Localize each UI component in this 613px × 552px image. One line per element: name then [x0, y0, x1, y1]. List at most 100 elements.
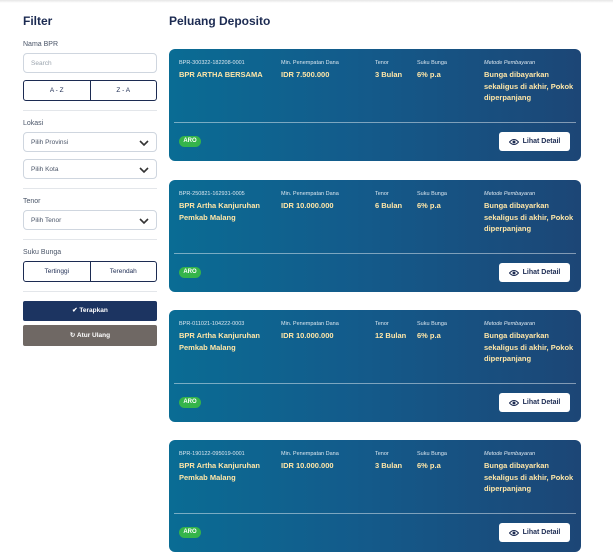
bpr-code: BPR-011021-104222-0003 [179, 321, 245, 327]
view-detail-label: Lihat Detail [522, 529, 561, 536]
min-deposit-header: Min. Penempatan Dana [281, 451, 339, 457]
rate-value: 6% p.a [417, 70, 441, 79]
sort-az-button[interactable]: A - Z [23, 80, 91, 101]
bpr-name: BPR Artha Kanjuruhan Pemkab Malang [179, 201, 260, 222]
tenor-col: Tenor 3 Bulan [375, 451, 402, 472]
tenor-header: Tenor [375, 60, 389, 66]
rate-highest-button[interactable]: Tertinggi [23, 261, 91, 282]
min-deposit-col: Min. Penempatan Dana IDR 10.000.000 [281, 321, 339, 342]
view-detail-label: Lihat Detail [522, 399, 561, 406]
payment-value: Bunga dibayarkan sekaligus di akhir, Pok… [484, 461, 574, 493]
aro-badge: ARO [179, 267, 201, 278]
province-select-value: Pilih Provinsi [31, 139, 69, 146]
bpr-info: BPR-190122-095019-0001 BPR Artha Kanjuru… [179, 451, 274, 483]
payment-col: Metode Pembayaran Bunga dibayarkan sekal… [484, 321, 574, 365]
divider [23, 110, 157, 111]
filter-title: Filter [23, 14, 53, 28]
search-input[interactable]: Search [23, 53, 157, 73]
deposit-card[interactable]: BPR-300322-182208-0001 BPR ARTHA BERSAMA… [169, 49, 581, 161]
card-divider [174, 253, 576, 254]
rate-label: Suku Bunga [23, 249, 62, 256]
eye-icon [508, 399, 519, 406]
city-select[interactable]: Pilih Kota [23, 159, 157, 179]
deposit-card[interactable]: BPR-011021-104222-0003 BPR Artha Kanjuru… [169, 310, 581, 422]
deposit-card[interactable]: BPR-190122-095019-0001 BPR Artha Kanjuru… [169, 440, 581, 552]
tenor-col: Tenor 3 Bulan [375, 60, 402, 81]
rate-toggle: Tertinggi Terendah [23, 261, 157, 282]
bpr-name: BPR Artha Kanjuruhan Pemkab Malang [179, 461, 260, 482]
deposit-card[interactable]: BPR-250821-162931-0005 BPR Artha Kanjuru… [169, 180, 581, 292]
tenor-value: 3 Bulan [375, 461, 403, 470]
rate-col: Suku Bunga 6% p.a [417, 451, 447, 472]
min-deposit-header: Min. Penempatan Dana [281, 60, 339, 66]
payment-value: Bunga dibayarkan sekaligus di akhir, Pok… [484, 70, 574, 102]
payment-header: Metode Pembayaran [484, 60, 536, 66]
min-deposit-col: Min. Penempatan Dana IDR 10.000.000 [281, 191, 339, 212]
view-detail-label: Lihat Detail [522, 138, 561, 145]
eye-icon [508, 269, 519, 276]
rate-header: Suku Bunga [417, 451, 447, 457]
view-detail-button[interactable]: Lihat Detail [499, 263, 570, 282]
min-deposit-value: IDR 10.000.000 [281, 461, 334, 470]
bpr-code: BPR-300322-182208-0001 [179, 60, 245, 66]
payment-col: Metode Pembayaran Bunga dibayarkan sekal… [484, 451, 574, 495]
min-deposit-header: Min. Penempatan Dana [281, 321, 339, 327]
location-label: Lokasi [23, 120, 44, 127]
filter-sidebar: Filter Nama BPR Search A - Z Z - A Lokas… [23, 14, 157, 346]
tenor-select[interactable]: Pilih Tenor [23, 210, 157, 230]
bpr-name-label: Nama BPR [23, 41, 59, 48]
tenor-select-value: Pilih Tenor [31, 217, 62, 224]
reset-button-label: Atur Ulang [76, 332, 111, 339]
tenor-label: Tenor [23, 198, 41, 205]
top-shadow [0, 0, 613, 3]
bpr-info: BPR-011021-104222-0003 BPR Artha Kanjuru… [179, 321, 274, 353]
min-deposit-value: IDR 10.000.000 [281, 331, 334, 340]
eye-icon [508, 529, 519, 536]
payment-col: Metode Pembayaran Bunga dibayarkan sekal… [484, 191, 574, 235]
page-title: Peluang Deposito [169, 14, 271, 28]
view-detail-button[interactable]: Lihat Detail [499, 393, 570, 412]
rate-lowest-button[interactable]: Terendah [89, 261, 157, 282]
apply-button[interactable]: ✔ Terapkan [23, 301, 157, 321]
divider [23, 188, 157, 189]
rate-header: Suku Bunga [417, 191, 447, 197]
reset-button[interactable]: ↻ Atur Ulang [23, 325, 157, 346]
rate-value: 6% p.a [417, 201, 441, 210]
tenor-value: 6 Bulan [375, 201, 403, 210]
sort-za-button[interactable]: Z - A [89, 80, 157, 101]
min-deposit-col: Min. Penempatan Dana IDR 10.000.000 [281, 451, 339, 472]
province-select[interactable]: Pilih Provinsi [23, 132, 157, 152]
payment-value: Bunga dibayarkan sekaligus di akhir, Pok… [484, 201, 574, 233]
tenor-col: Tenor 6 Bulan [375, 191, 402, 212]
bpr-code: BPR-250821-162931-0005 [179, 191, 245, 197]
chevron-down-icon [139, 140, 149, 147]
tenor-header: Tenor [375, 451, 389, 457]
payment-header: Metode Pembayaran [484, 451, 536, 457]
chevron-down-icon [139, 167, 149, 174]
bpr-name: BPR Artha Kanjuruhan Pemkab Malang [179, 331, 260, 352]
card-divider [174, 122, 576, 123]
rate-col: Suku Bunga 6% p.a [417, 191, 447, 212]
divider [23, 291, 157, 292]
rate-header: Suku Bunga [417, 60, 447, 66]
view-detail-button[interactable]: Lihat Detail [499, 523, 570, 542]
card-divider [174, 383, 576, 384]
view-detail-button[interactable]: Lihat Detail [499, 132, 570, 151]
min-deposit-value: IDR 7.500.000 [281, 70, 330, 79]
city-select-value: Pilih Kota [31, 166, 59, 173]
bpr-info: BPR-250821-162931-0005 BPR Artha Kanjuru… [179, 191, 274, 223]
bpr-code: BPR-190122-095019-0001 [179, 451, 245, 457]
rate-value: 6% p.a [417, 461, 441, 470]
payment-col: Metode Pembayaran Bunga dibayarkan sekal… [484, 60, 574, 104]
eye-icon [508, 138, 519, 145]
min-deposit-col: Min. Penempatan Dana IDR 7.500.000 [281, 60, 339, 81]
payment-header: Metode Pembayaran [484, 191, 536, 197]
payment-header: Metode Pembayaran [484, 321, 536, 327]
tenor-col: Tenor 12 Bulan [375, 321, 406, 342]
rate-value: 6% p.a [417, 331, 441, 340]
min-deposit-value: IDR 10.000.000 [281, 201, 334, 210]
aro-badge: ARO [179, 136, 201, 147]
card-divider [174, 513, 576, 514]
apply-button-label: Terapkan [79, 307, 108, 314]
rate-header: Suku Bunga [417, 321, 447, 327]
